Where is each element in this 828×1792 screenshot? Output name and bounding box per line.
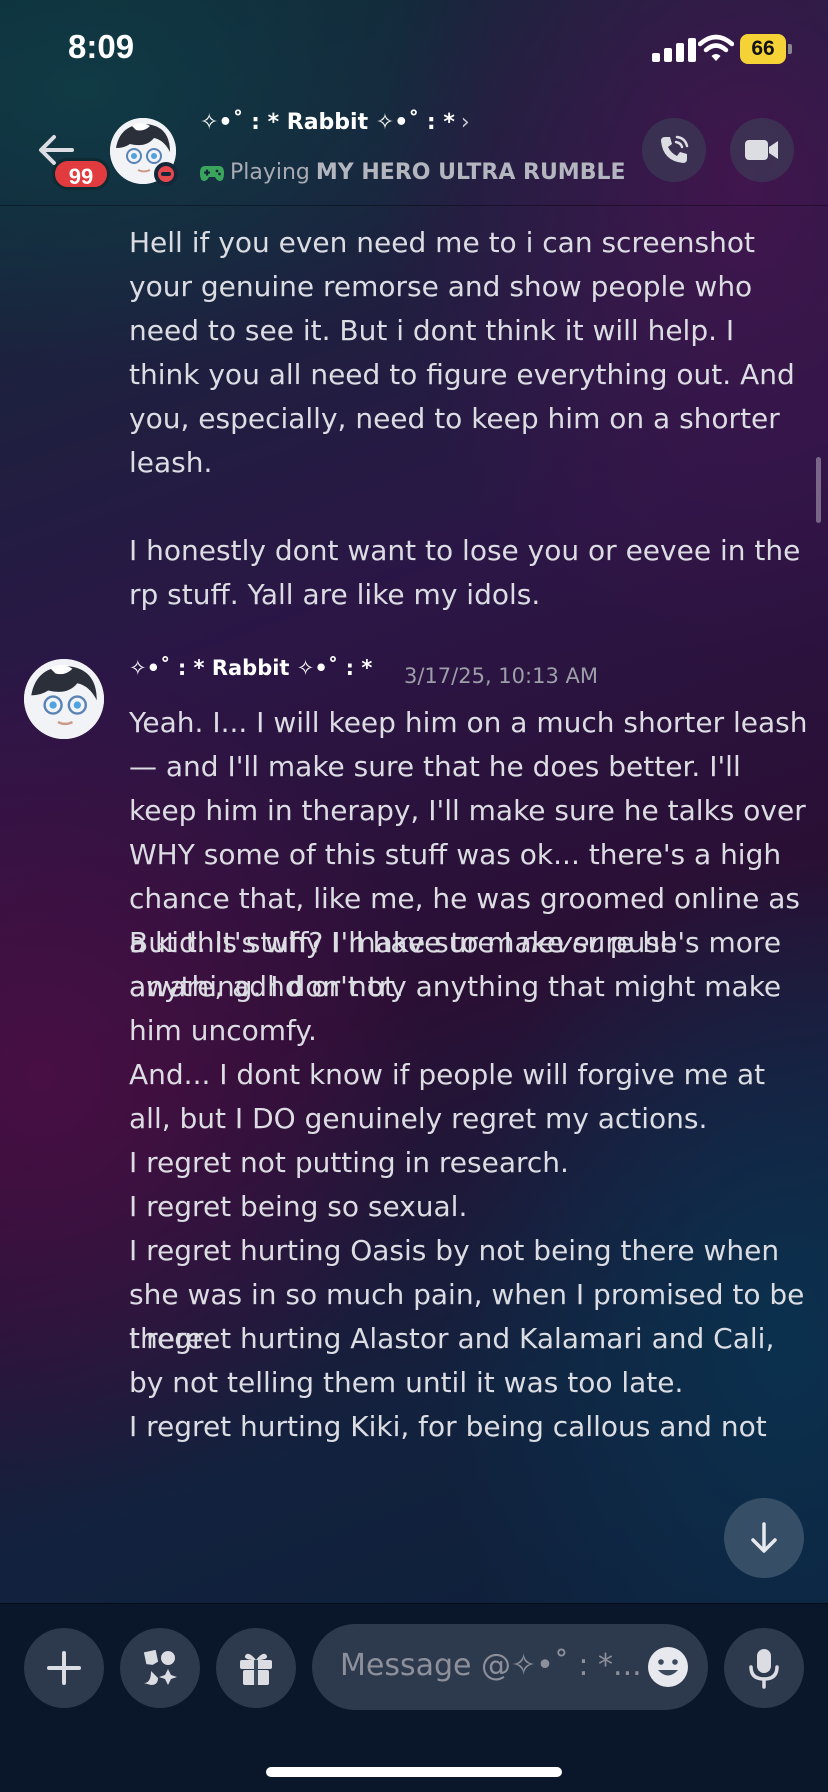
microphone-icon bbox=[749, 1649, 779, 1689]
message-paragraph: And... I dont know if people will forgiv… bbox=[129, 1058, 775, 1135]
attach-button[interactable] bbox=[24, 1628, 104, 1708]
message-paragraph: But this stuff? I'll have to make sure h… bbox=[129, 926, 790, 1003]
activity-status: Playing MY HERO ULTRA RUMBLE bbox=[200, 160, 626, 185]
dm-name[interactable]: ✧•˚ : * Rabbit ✧•˚ : * › bbox=[200, 110, 470, 135]
unread-badge: 99 bbox=[52, 158, 110, 190]
dm-header: 99 ✧•˚ : * Rabbit ✧•˚ : * › Playing MY HE… bbox=[0, 100, 828, 206]
message-paragraph: I honestly dont want to lose you or eeve… bbox=[129, 534, 810, 611]
message-list[interactable]: Hell if you even need me to i can screen… bbox=[0, 207, 828, 1603]
activity-game: MY HERO ULTRA RUMBLE bbox=[315, 160, 626, 185]
message-input[interactable]: Message @✧•˚ : *... bbox=[312, 1624, 708, 1710]
gift-icon bbox=[240, 1653, 272, 1685]
message-avatar[interactable] bbox=[24, 659, 104, 739]
scrollbar-thumb[interactable] bbox=[816, 457, 821, 523]
video-camera-icon bbox=[745, 140, 778, 160]
voice-message-button[interactable] bbox=[724, 1628, 804, 1708]
emoji-icon[interactable] bbox=[646, 1645, 690, 1689]
message-timestamp: 3/17/25, 10:13 AM bbox=[404, 664, 598, 688]
battery-indicator: 66 bbox=[740, 34, 792, 64]
phone-call-icon bbox=[661, 135, 689, 163]
activity-prefix: Playing bbox=[230, 160, 310, 185]
status-bar: 8:09 66 bbox=[0, 0, 828, 100]
avatar-image bbox=[24, 659, 104, 739]
battery-nub bbox=[788, 44, 792, 54]
video-call-button[interactable] bbox=[730, 118, 794, 182]
cellular-signal-icon bbox=[652, 38, 696, 62]
home-indicator[interactable] bbox=[266, 1767, 562, 1777]
gift-button[interactable] bbox=[216, 1628, 296, 1708]
jump-to-present-button[interactable] bbox=[724, 1498, 804, 1578]
status-time: 8:09 bbox=[68, 28, 135, 65]
message-paragraph: I regret being so sexual. bbox=[129, 1190, 468, 1223]
battery-level: 66 bbox=[740, 34, 786, 64]
apps-button[interactable] bbox=[120, 1628, 200, 1708]
message-composer: Message @✧•˚ : *... bbox=[0, 1603, 828, 1792]
gamepad-icon bbox=[200, 165, 224, 181]
message-paragraph: I regret not putting in research. bbox=[129, 1146, 569, 1179]
dm-name-text: ✧•˚ : * Rabbit ✧•˚ : * bbox=[200, 110, 455, 135]
message-paragraph: Hell if you even need me to i can screen… bbox=[129, 226, 804, 479]
arrow-down-icon bbox=[751, 1522, 777, 1553]
status-dnd-indicator bbox=[154, 162, 178, 186]
plus-icon bbox=[47, 1651, 81, 1685]
wifi-icon bbox=[698, 34, 734, 61]
apps-icon bbox=[143, 1649, 177, 1685]
message-paragraph: I regret hurting Alastor and Kalamari an… bbox=[129, 1322, 784, 1399]
message-input-placeholder: Message @✧•˚ : *... bbox=[340, 1648, 642, 1683]
voice-call-button[interactable] bbox=[642, 118, 706, 182]
message-paragraph: I regret hurting Kiki, for being callous… bbox=[129, 1410, 767, 1443]
message-author[interactable]: ✧•˚ : * Rabbit ✧•˚ : * bbox=[129, 656, 372, 680]
chevron-right-icon: › bbox=[460, 110, 470, 135]
